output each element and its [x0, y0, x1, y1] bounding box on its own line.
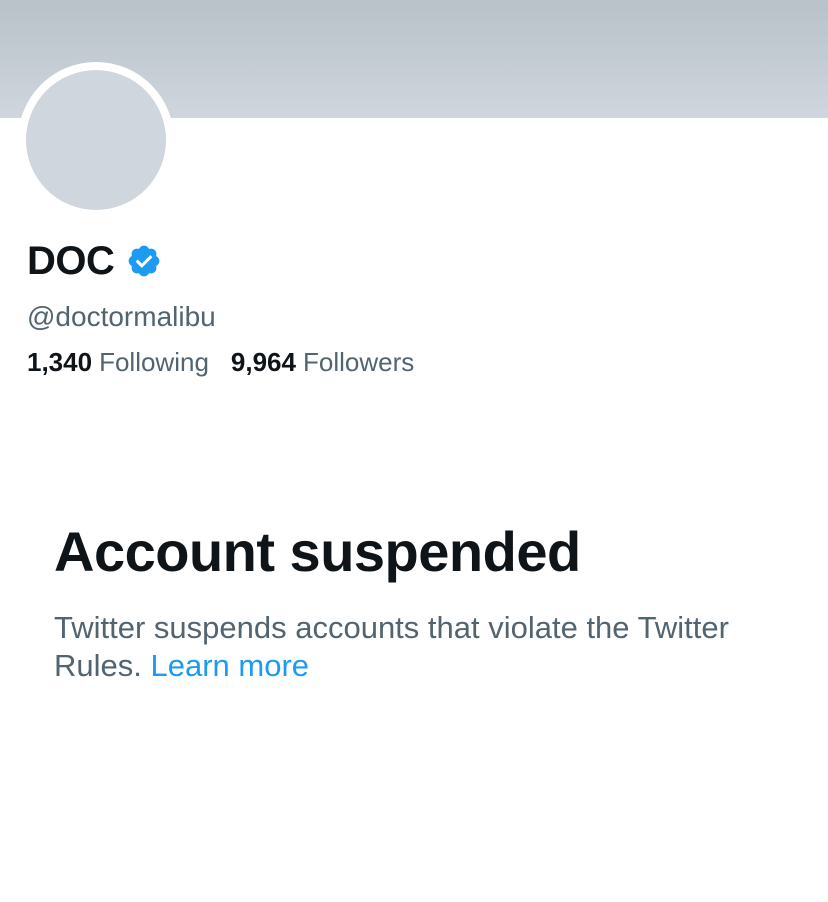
suspension-message-block: Twitter suspends accounts that violate t…	[54, 609, 754, 685]
following-link[interactable]: 1,340 Following	[27, 345, 209, 379]
following-label: Following	[99, 347, 209, 377]
avatar[interactable]	[18, 62, 174, 218]
followers-count: 9,964	[230, 347, 296, 377]
display-name: DOC	[27, 239, 115, 283]
follow-stats: 1,340 Following 9,964 Followers	[27, 345, 436, 379]
profile-name-row: DOC	[27, 236, 162, 286]
followers-label: Followers	[302, 347, 415, 377]
verified-badge-icon[interactable]	[126, 243, 162, 279]
learn-more-link[interactable]: Learn more	[151, 648, 310, 683]
followers-link[interactable]: 9,964 Followers	[231, 345, 414, 379]
profile-handle: @doctormalibu	[27, 301, 216, 332]
default-avatar-placeholder	[26, 70, 166, 210]
suspension-title: Account suspended	[54, 520, 581, 583]
following-count: 1,340	[27, 347, 93, 377]
